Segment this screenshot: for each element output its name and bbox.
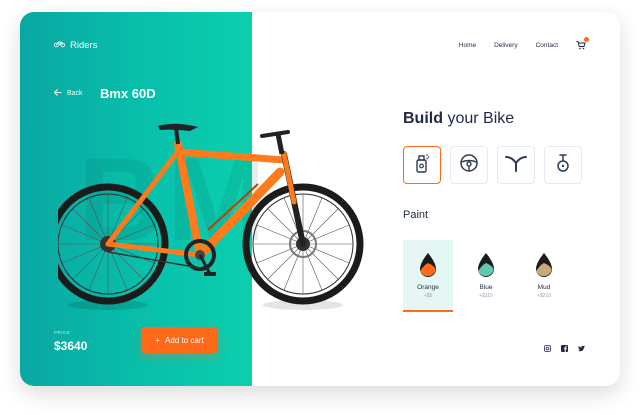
paint-drop-icon: [420, 253, 436, 277]
nav-contact[interactable]: Contact: [536, 42, 558, 49]
build-title-bold: Build: [403, 110, 443, 127]
top-nav: Home Delivery Contact: [459, 37, 589, 50]
price-value: $3640: [54, 339, 88, 353]
back-label: Back: [67, 90, 83, 97]
paint-option-mud[interactable]: Mud +$210: [519, 240, 569, 310]
part-paint[interactable]: [403, 146, 441, 184]
paint-price: +$110: [479, 293, 493, 299]
cart-badge: [584, 37, 589, 42]
handlebar-icon: [505, 154, 527, 177]
facebook-icon[interactable]: [561, 345, 568, 352]
saddle-icon: [555, 153, 571, 178]
plus-icon: +: [155, 335, 160, 345]
instagram-icon[interactable]: [544, 345, 551, 352]
cart-icon[interactable]: [576, 37, 589, 50]
spray-can-icon: [414, 153, 430, 178]
bike-image: [58, 123, 364, 310]
paint-option-blue[interactable]: Blue +$110: [461, 240, 511, 310]
paint-price: +$210: [536, 293, 552, 299]
paint-name: Orange: [417, 284, 439, 291]
paint-title: Paint: [403, 209, 429, 221]
build-title-rest: your Bike: [443, 110, 515, 127]
part-steering[interactable]: [450, 146, 488, 184]
paint-name: Blue: [479, 284, 493, 291]
paint-drop-icon: [536, 253, 552, 277]
twitter-icon[interactable]: [578, 345, 585, 352]
add-to-cart-label: Add to cart: [164, 335, 204, 345]
build-title: Build your Bike: [403, 110, 514, 128]
arrow-left-icon: [53, 89, 62, 98]
steering-wheel-icon: [459, 153, 479, 178]
add-to-cart-button[interactable]: + Add to cart: [141, 327, 218, 353]
paint-name: Mud: [537, 284, 551, 291]
bicycle-icon: [53, 40, 66, 51]
brand-logo[interactable]: Riders: [53, 40, 98, 51]
parts-selector: [403, 146, 582, 184]
model-title: Bmx 60D: [100, 86, 156, 101]
back-button[interactable]: Back: [53, 89, 83, 98]
nav-home[interactable]: Home: [459, 42, 476, 49]
paint-drop-icon: [478, 253, 494, 277]
product-card: BM Riders Back Bmx 60D PRICE $3640 + Add…: [20, 12, 620, 386]
social-links: [544, 345, 585, 352]
brand-name: Riders: [70, 40, 98, 51]
paint-price: +$0: [423, 293, 433, 299]
nav-delivery[interactable]: Delivery: [494, 42, 517, 49]
price-label: PRICE: [54, 330, 71, 335]
paint-option-orange[interactable]: Orange +$0: [403, 240, 453, 312]
paint-options: Orange +$0 Blue +$110 Mud +$210: [403, 240, 569, 312]
part-saddle[interactable]: [544, 146, 582, 184]
part-handlebar[interactable]: [497, 146, 535, 184]
